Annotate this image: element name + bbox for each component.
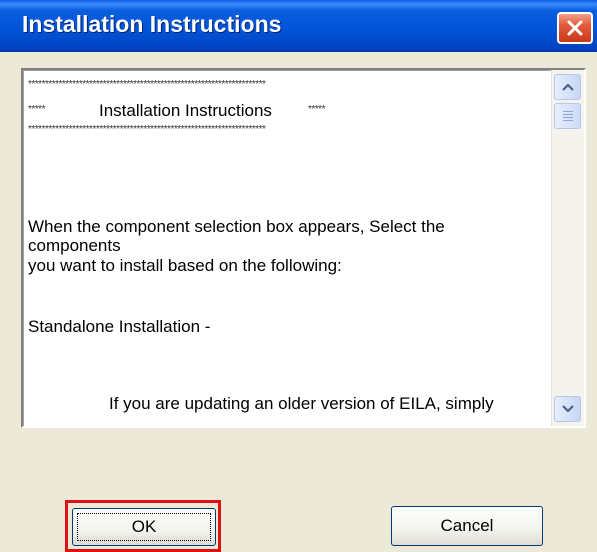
text-line: components (28, 236, 121, 255)
scroll-up-button[interactable] (554, 74, 581, 100)
vertical-scrollbar[interactable] (551, 70, 584, 426)
cancel-button-label: Cancel (440, 516, 494, 535)
close-button[interactable] (557, 12, 593, 44)
text-line: If you are updating an older version of … (109, 394, 494, 413)
window-title: Installation Instructions (22, 11, 282, 37)
text-line: Standalone Installation - (28, 317, 211, 336)
text-line: ****************************************… (28, 124, 266, 135)
text-line-heading: Installation Instructions (99, 101, 272, 120)
scroll-down-button[interactable] (554, 396, 581, 422)
text-line: ***** (308, 104, 325, 115)
text-line: ****************************************… (28, 79, 266, 90)
close-icon (567, 20, 583, 36)
scroll-thumb-grip-icon (562, 111, 573, 112)
title-bar[interactable]: Installation Instructions (0, 0, 597, 52)
text-line: When the component selection box appears… (28, 217, 445, 236)
chevron-down-icon (561, 405, 574, 413)
text-content: ****************************************… (23, 70, 552, 426)
text-line: you want to install based on the followi… (28, 256, 342, 275)
ok-button-label: OK (131, 517, 157, 536)
chevron-up-icon (561, 83, 574, 91)
ok-button[interactable]: OK (72, 508, 216, 546)
cancel-button[interactable]: Cancel (391, 506, 543, 546)
scroll-thumb[interactable] (554, 103, 581, 129)
installation-instructions-dialog: Installation Instructions **************… (0, 0, 597, 552)
instructions-text-area[interactable]: ****************************************… (21, 68, 586, 428)
text-line: ***** (28, 104, 45, 115)
